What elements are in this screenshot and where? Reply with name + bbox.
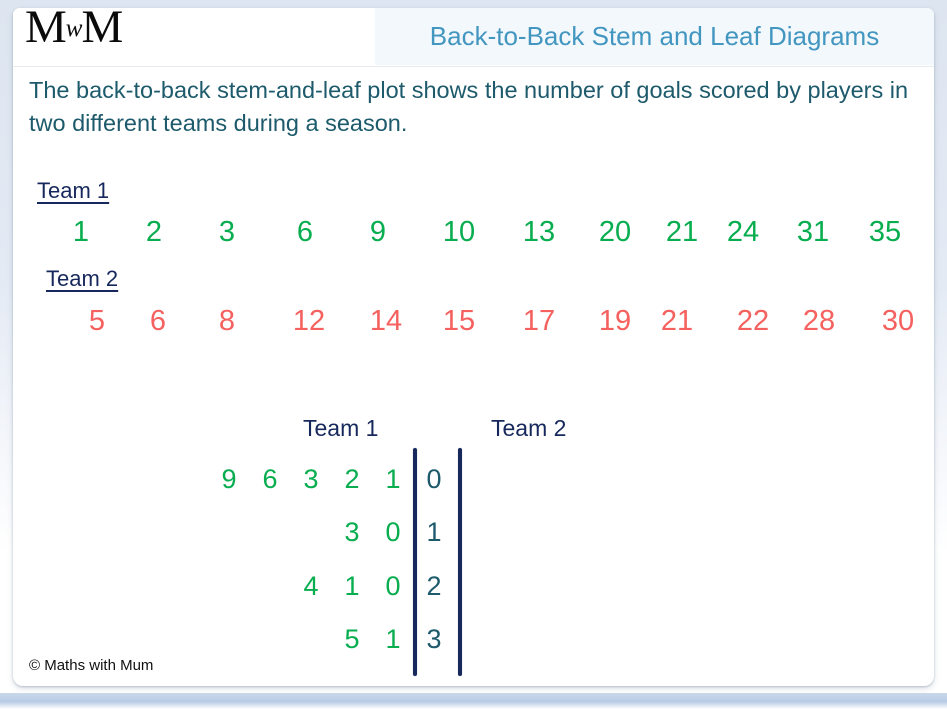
stem-digit: 2 [426,571,442,601]
team2-value: 17 [522,305,556,337]
intro-paragraph: The back-to-back stem-and-leaf plot show… [29,77,909,136]
stem-digit: 1 [426,517,442,547]
leaf-row-left: 410 [13,571,934,616]
logo-letter-w: w [65,15,83,42]
team1-value-list: 1 2 3 6 9 10 13 20 21 24 31 35 [13,216,934,256]
team2-value: 22 [736,305,770,337]
leaf-digit-team1: 0 [385,517,401,547]
team2-value: 19 [598,305,632,337]
team1-value: 1 [72,216,90,248]
leaf-digit-team1: 6 [262,464,278,494]
logo-letter-m1: M [25,8,67,53]
team1-value: 2 [145,216,163,248]
team2-value: 6 [149,305,167,337]
team2-list-label: Team 2 [46,266,119,291]
leaf-digit-team1: 3 [344,517,360,547]
header-bar: MwM Back-to-Back Stem and Leaf Diagrams [13,8,934,67]
team1-value: 9 [369,216,387,248]
team1-value: 3 [218,216,236,248]
footer-copyright: © Maths with Mum [29,657,154,674]
team1-value: 24 [726,216,760,248]
leaf-digit-team1: 3 [303,464,319,494]
slide-page: MwM Back-to-Back Stem and Leaf Diagrams … [0,0,947,709]
leaf-digit-team1: 0 [385,571,401,601]
logo-letter-m2: M [81,8,123,53]
leaf-digit-team1: 5 [344,624,360,654]
maths-with-mum-logo: MwM [25,8,123,53]
team2-value: 21 [660,305,694,337]
team1-value: 13 [522,216,556,248]
team2-value: 8 [218,305,236,337]
team2-value: 28 [802,305,836,337]
leaf-row-left: 30 [13,517,934,562]
leaf-digit-team1: 1 [344,571,360,601]
team2-value-list: 5 6 8 12 14 15 17 19 21 22 28 30 [13,305,934,345]
stem-and-leaf-diagram: Team 1 Team 2 9632103014102513 [13,406,934,686]
leaf-digit-team1: 1 [385,624,401,654]
leaf-row-left: 96321 [13,464,934,509]
team1-value: 35 [868,216,902,248]
slide-card: MwM Back-to-Back Stem and Leaf Diagrams … [13,8,934,686]
team1-value: 20 [598,216,632,248]
team2-value: 5 [88,305,106,337]
team1-list-label: Team 1 [37,178,110,203]
team1-value: 31 [796,216,830,248]
team1-value: 10 [442,216,476,248]
leaf-digit-team1: 4 [303,571,319,601]
team2-value: 14 [369,305,403,337]
team2-value: 30 [881,305,915,337]
diagram-team1-heading: Team 1 [303,415,379,441]
team1-value: 6 [296,216,314,248]
stem-digit: 0 [426,464,442,494]
team2-value: 12 [292,305,326,337]
diagram-team2-heading: Team 2 [491,415,567,441]
leaf-digit-team1: 2 [344,464,360,494]
team2-value: 15 [442,305,476,337]
team1-value: 21 [665,216,699,248]
leaf-digit-team1: 1 [385,464,401,494]
page-title: Back-to-Back Stem and Leaf Diagrams [429,21,880,51]
leaf-digit-team1: 9 [221,464,237,494]
stem-digit: 3 [426,624,442,654]
